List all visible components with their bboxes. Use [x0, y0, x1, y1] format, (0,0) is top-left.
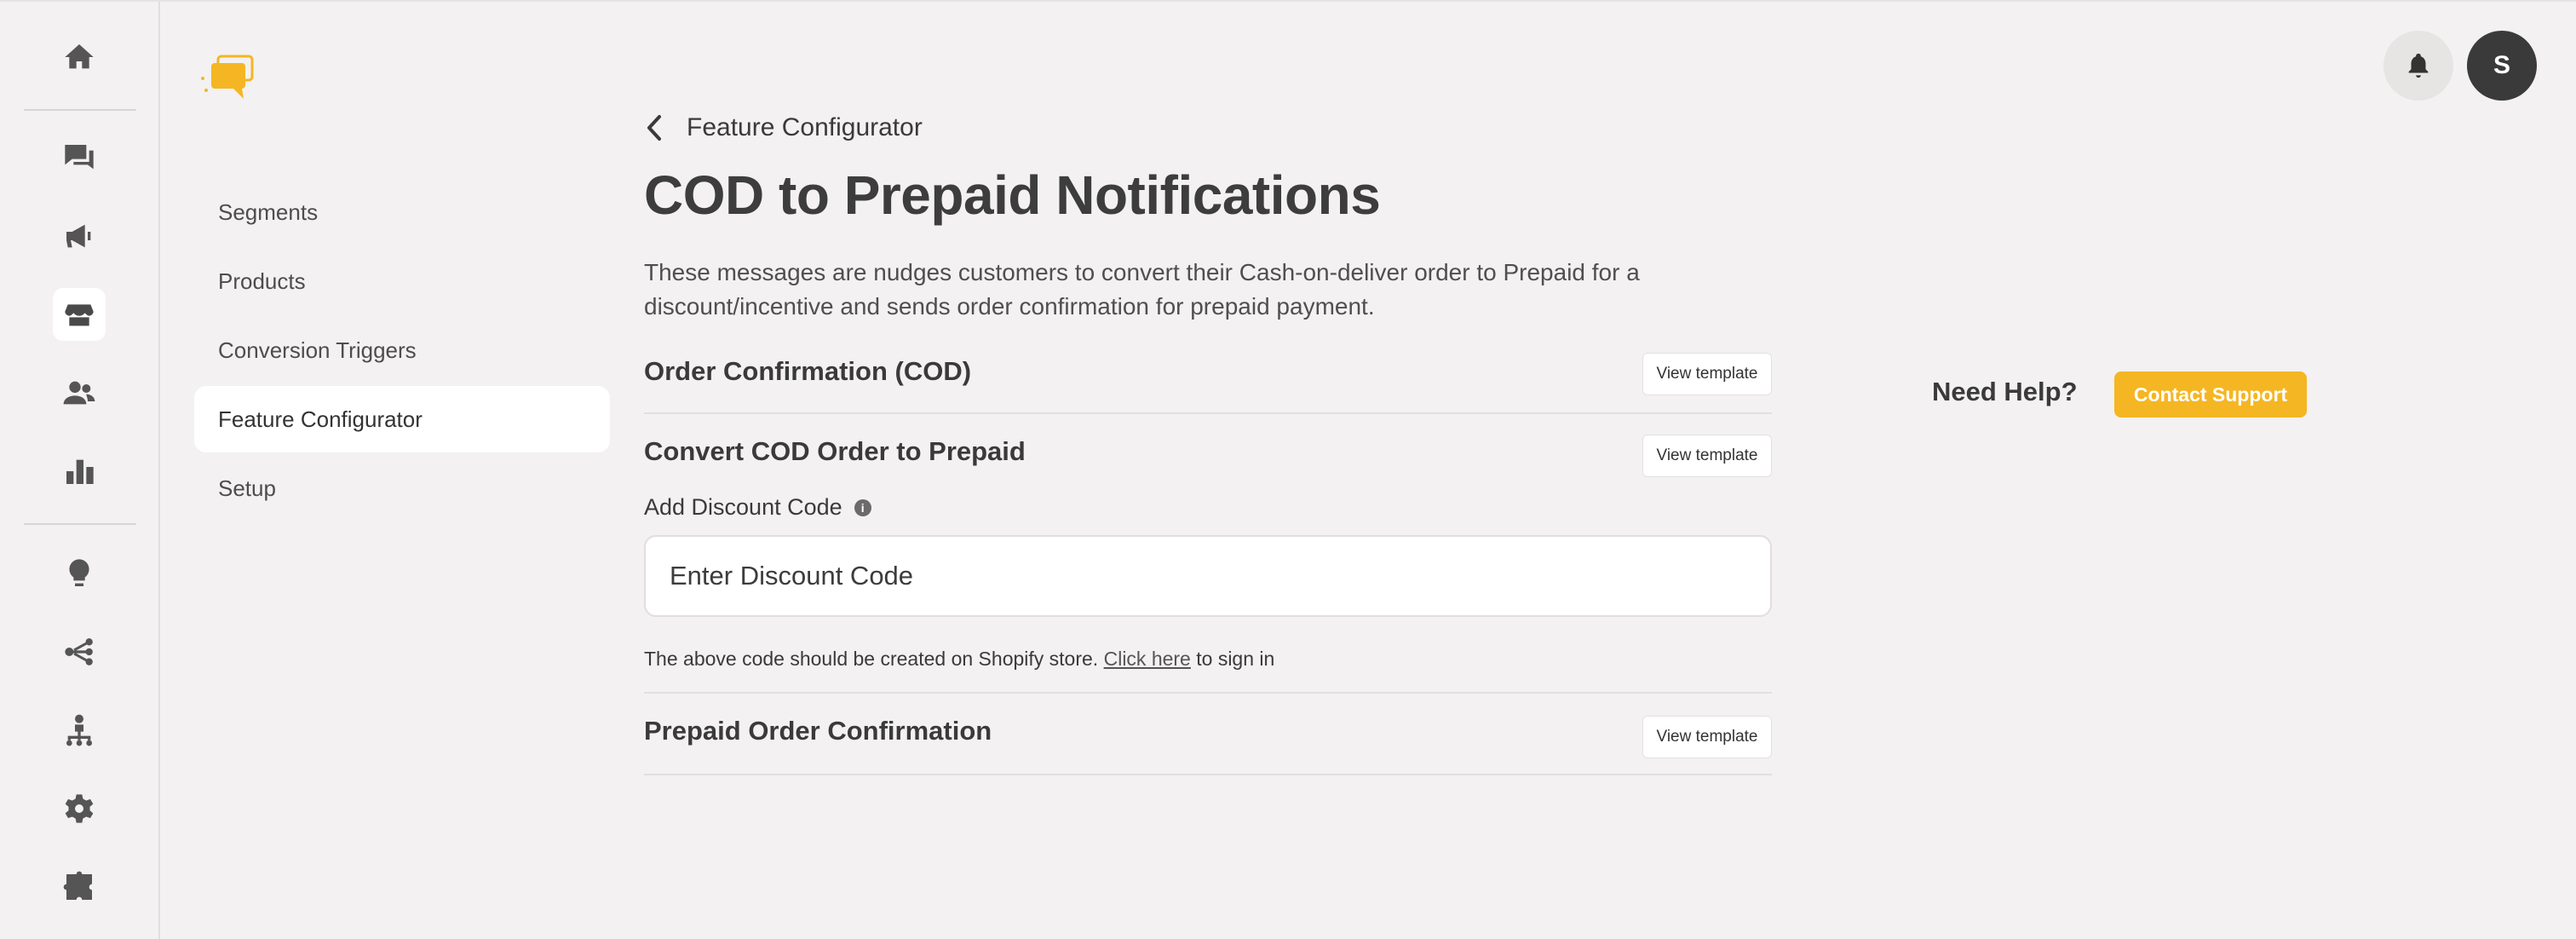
puzzle-icon[interactable] [53, 861, 106, 913]
view-template-button[interactable]: View template [1642, 716, 1772, 758]
info-icon[interactable]: i [854, 498, 871, 516]
help-text-prefix: The above code should be created on Shop… [644, 648, 1104, 670]
discount-code-label: Add Discount Code i [644, 494, 871, 521]
sub-navigation: Segments Products Conversion Triggers Fe… [194, 179, 610, 524]
rail-divider [24, 523, 136, 525]
breadcrumb-label[interactable]: Feature Configurator [687, 113, 923, 142]
subnav-item-products[interactable]: Products [194, 248, 610, 314]
chevron-left-icon[interactable] [644, 112, 668, 143]
need-help-heading: Need Help? [1932, 377, 2078, 406]
avatar[interactable]: S [2467, 31, 2537, 101]
breadcrumb: Feature Configurator [644, 112, 923, 143]
section-prepaid-confirmation: Prepaid Order Confirmation View template [644, 694, 1772, 775]
sign-in-link[interactable]: Click here [1104, 648, 1191, 670]
discount-help-text: The above code should be created on Shop… [644, 648, 1274, 671]
page-title: COD to Prepaid Notifications [644, 164, 1381, 226]
view-template-button[interactable]: View template [1642, 353, 1772, 395]
view-template-button[interactable]: View template [1642, 435, 1772, 477]
icon-rail [0, 2, 160, 939]
contact-support-button[interactable]: Contact Support [2114, 372, 2307, 418]
bell-icon [2408, 53, 2429, 78]
chat-icon[interactable] [53, 131, 106, 184]
subnav-item-feature-configurator[interactable]: Feature Configurator [194, 386, 610, 452]
section-title: Order Confirmation (COD) [644, 356, 972, 386]
notifications-button[interactable] [2383, 31, 2453, 101]
section-title: Prepaid Order Confirmation [644, 716, 992, 746]
help-text-suffix: to sign in [1190, 648, 1275, 670]
subnav-item-segments[interactable]: Segments [194, 179, 610, 245]
section-title: Convert COD Order to Prepaid [644, 436, 1026, 466]
discount-code-label-text: Add Discount Code [644, 494, 842, 520]
section-cod-confirmation: Order Confirmation (COD) View template [644, 346, 1772, 414]
home-icon[interactable] [53, 31, 106, 84]
page-description: These messages are nudges customers to c… [644, 259, 1640, 320]
bar-chart-icon[interactable] [53, 445, 106, 498]
subnav-item-setup[interactable]: Setup [194, 455, 610, 521]
hierarchy-icon[interactable] [53, 704, 106, 757]
lightbulb-icon[interactable] [53, 547, 106, 600]
discount-code-input[interactable] [644, 535, 1772, 617]
flow-icon[interactable] [53, 625, 106, 678]
store-icon[interactable] [53, 288, 106, 341]
megaphone-icon[interactable] [53, 210, 106, 262]
app-window: Segments Products Conversion Triggers Fe… [0, 0, 2576, 939]
subnav-item-conversion-triggers[interactable]: Conversion Triggers [194, 317, 610, 383]
brand-logo [201, 55, 254, 99]
rail-divider [24, 109, 136, 111]
users-icon[interactable] [53, 366, 106, 419]
gear-icon[interactable] [53, 782, 106, 835]
